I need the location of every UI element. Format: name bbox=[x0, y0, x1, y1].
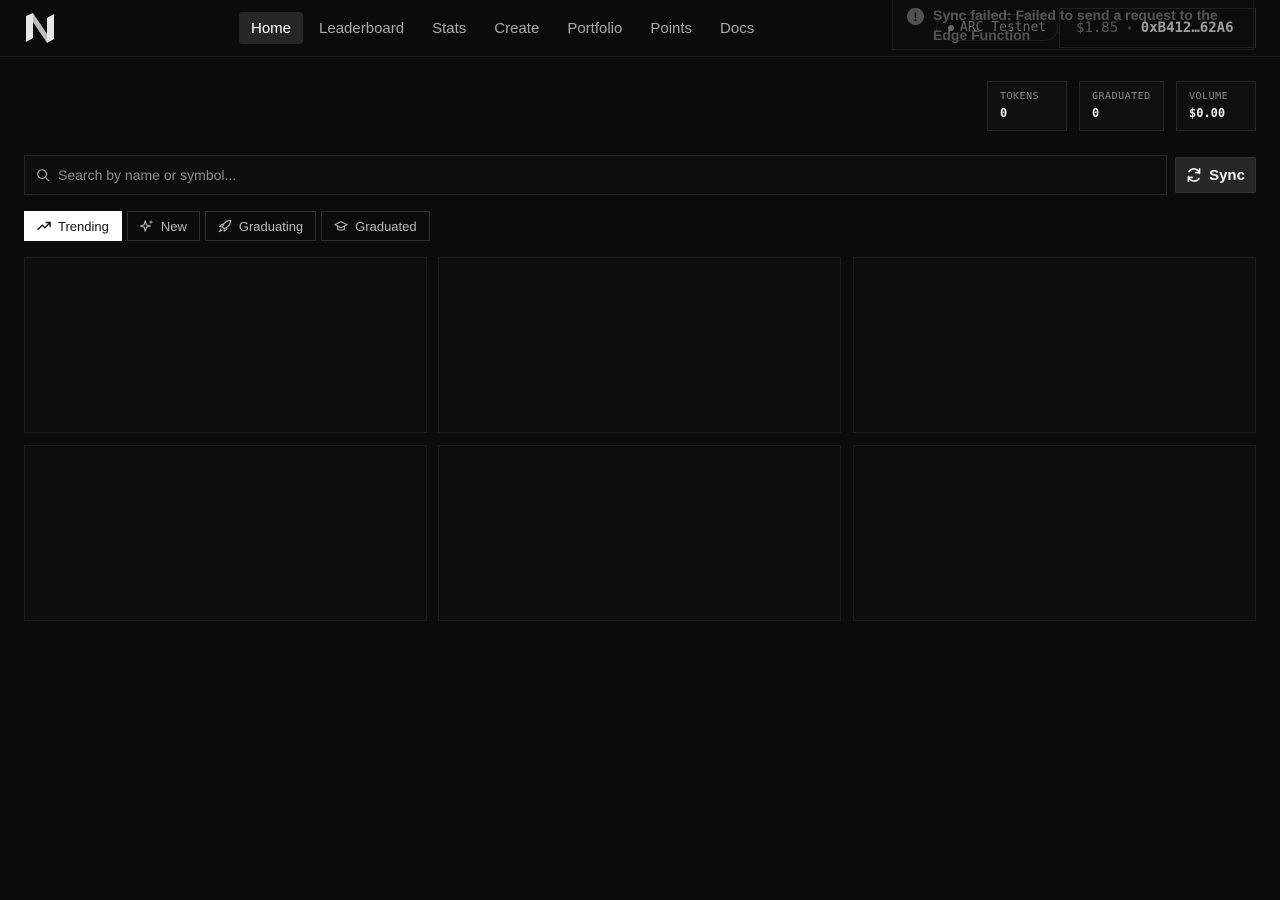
nav-home[interactable]: Home bbox=[239, 12, 304, 44]
sync-button[interactable]: Sync bbox=[1175, 157, 1256, 193]
stat-value: 0 bbox=[1000, 106, 1008, 120]
stat-graduated: GRADUATED 0 bbox=[1079, 81, 1164, 131]
stat-label: GRADUATED bbox=[1092, 91, 1151, 102]
nav-leaderboard[interactable]: Leaderboard bbox=[307, 12, 416, 44]
nav-stats[interactable]: Stats bbox=[420, 12, 478, 44]
nav-points[interactable]: Points bbox=[638, 12, 704, 44]
sparkles-icon bbox=[139, 219, 153, 232]
search-input[interactable] bbox=[58, 167, 1138, 183]
trending-up-icon bbox=[37, 221, 51, 231]
rocket-icon bbox=[218, 219, 232, 233]
stat-tokens: TOKENS 0 bbox=[987, 81, 1067, 131]
filter-tabs: Trending New Graduating Graduated bbox=[24, 211, 430, 241]
refresh-icon bbox=[1187, 167, 1201, 182]
stat-value: $0.00 bbox=[1189, 106, 1226, 120]
stat-volume: VOLUME $0.00 bbox=[1176, 81, 1256, 131]
tab-label: Trending bbox=[58, 218, 109, 234]
token-card-placeholder bbox=[853, 257, 1256, 433]
tab-label: Graduated bbox=[355, 218, 417, 234]
tab-label: Graduating bbox=[238, 218, 304, 234]
token-card-placeholder bbox=[24, 257, 427, 433]
tab-new[interactable]: New bbox=[126, 211, 200, 241]
error-toast[interactable]: ! Sync failed: Failed to send a request … bbox=[892, 0, 1254, 50]
tab-graduated[interactable]: Graduated bbox=[321, 211, 430, 241]
search-icon bbox=[37, 169, 50, 182]
tab-graduating[interactable]: Graduating bbox=[204, 211, 317, 241]
stat-label: TOKENS bbox=[1000, 91, 1040, 102]
stat-value: 0 bbox=[1092, 106, 1100, 120]
main-nav: Home Leaderboard Stats Create Portfolio … bbox=[239, 12, 770, 44]
logo-icon[interactable] bbox=[24, 12, 56, 44]
token-card-placeholder bbox=[24, 445, 427, 621]
token-card-placeholder bbox=[438, 257, 841, 433]
tab-label: New bbox=[160, 218, 187, 234]
token-card-placeholder bbox=[853, 445, 1256, 621]
graduation-cap-icon bbox=[334, 221, 348, 231]
nav-docs[interactable]: Docs bbox=[708, 12, 766, 44]
search-bar bbox=[24, 155, 1167, 195]
tab-trending[interactable]: Trending bbox=[24, 211, 122, 241]
nav-create[interactable]: Create bbox=[482, 12, 551, 44]
nav-portfolio[interactable]: Portfolio bbox=[555, 12, 634, 44]
toast-message: Sync failed: Failed to send a request to… bbox=[933, 7, 1218, 43]
stat-label: VOLUME bbox=[1189, 91, 1229, 102]
alert-circle-icon: ! bbox=[907, 8, 924, 25]
sync-label: Sync bbox=[1209, 166, 1245, 184]
token-card-placeholder bbox=[438, 445, 841, 621]
